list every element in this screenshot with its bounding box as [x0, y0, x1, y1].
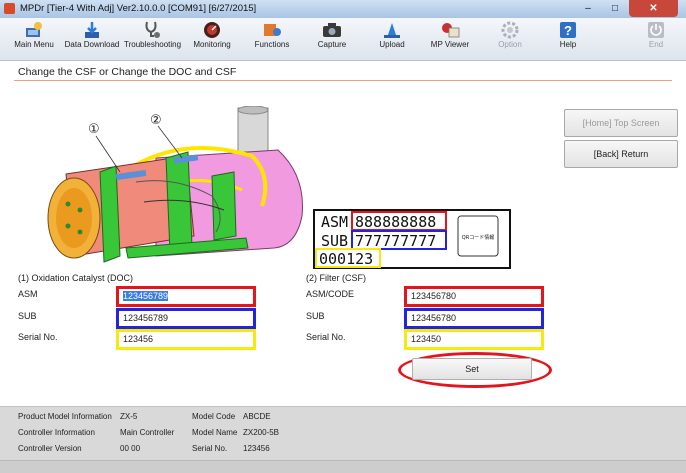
page-header: Change the CSF or Change the DOC and CSF — [14, 62, 672, 81]
close-button[interactable]: ✕ — [629, 0, 678, 17]
toolbar-upload[interactable]: Upload — [364, 20, 420, 60]
upload-icon — [384, 23, 400, 38]
csf-serial-label: Serial No. — [306, 332, 346, 342]
toolbar-troubleshooting[interactable]: Troubleshooting — [124, 20, 181, 60]
maximize-button[interactable]: □ — [602, 0, 628, 17]
help-icon: ? — [560, 22, 576, 38]
mp-viewer-icon — [442, 23, 460, 38]
product-model-value: ZX-5 — [120, 412, 138, 421]
footer-serial-value: 123456 — [243, 444, 270, 453]
product-model-label: Product Model Information — [18, 412, 112, 421]
callout-2: ② — [150, 113, 162, 128]
asm-code: 888888888 — [355, 213, 436, 231]
power-icon — [648, 22, 664, 38]
callout-1: ① — [88, 122, 100, 137]
csf-section-header: (2) Filter (CSF) — [306, 273, 366, 283]
doc-serial-input[interactable]: 123456 — [116, 329, 256, 350]
qr-label: QRコード情報 — [462, 234, 494, 241]
footer-serial-label: Serial No. — [192, 444, 228, 453]
model-code-label: Model Code — [192, 412, 236, 421]
camera-icon — [323, 23, 341, 37]
doc-serial-label: Serial No. — [18, 332, 58, 342]
functions-icon — [264, 24, 281, 36]
toolbar-functions[interactable]: Functions — [244, 20, 300, 60]
toolbar-monitoring[interactable]: Monitoring — [184, 20, 240, 60]
main-menu-icon — [26, 22, 42, 37]
doc-section-header: (1) Oxidation Catalyst (DOC) — [18, 273, 134, 283]
toolbar-data-download[interactable]: Data Download — [64, 20, 120, 60]
label-sub: SUB — [321, 232, 348, 250]
controller-version-label: Controller Version — [18, 444, 82, 453]
doc-sub-label: SUB — [18, 311, 37, 321]
page-title: Change the CSF or Change the DOC and CSF — [18, 66, 237, 78]
option-icon — [501, 21, 519, 39]
serial-code: 000123 — [319, 250, 373, 268]
toolbar-capture[interactable]: Capture — [304, 20, 360, 60]
csf-sub-input[interactable]: 123456780 — [404, 308, 544, 329]
status-bar — [0, 460, 686, 473]
controller-info-value: Main Controller — [120, 428, 175, 437]
model-name-label: Model Name — [192, 428, 238, 437]
toolbar-option: Option — [482, 20, 538, 60]
set-button[interactable]: Set — [412, 358, 532, 380]
app-icon — [4, 3, 15, 14]
csf-sub-label: SUB — [306, 311, 325, 321]
model-code-value: ABCDE — [243, 412, 271, 421]
dpf-diagram: ① ② ASM 888888888 SUB 777777777 000123 Q… — [16, 106, 528, 270]
sub-code: 777777777 — [355, 232, 436, 250]
csf-asm-input[interactable]: 123456780 — [404, 286, 544, 307]
toolbar-help[interactable]: ? Help — [540, 20, 596, 60]
home-top-screen-button: [Home] Top Screen — [564, 109, 678, 137]
toolbar: Main Menu Data Download Troubleshooting … — [0, 18, 686, 61]
doc-asm-value: 123456789 — [123, 291, 169, 301]
window-title: MPDr [Tier-4 With Adj] Ver2.10.0.0 [COM9… — [20, 3, 257, 14]
troubleshooting-icon — [145, 21, 160, 38]
doc-asm-label: ASM — [18, 289, 38, 299]
toolbar-end: End — [628, 20, 684, 60]
title-bar: MPDr [Tier-4 With Adj] Ver2.10.0.0 [COM9… — [0, 0, 686, 19]
doc-sub-input[interactable]: 123456789 — [116, 308, 256, 329]
monitoring-icon — [204, 22, 220, 38]
toolbar-mp-viewer[interactable]: MP Viewer — [422, 20, 478, 60]
model-name-value: ZX200-5B — [243, 428, 280, 437]
csf-asm-label: ASM/CODE — [306, 289, 355, 299]
svg-text:?: ? — [564, 23, 572, 38]
data-download-icon — [85, 22, 99, 38]
label-asm: ASM — [321, 213, 348, 231]
doc-asm-input[interactable]: 123456789 — [116, 286, 256, 307]
back-return-button[interactable]: [Back] Return — [564, 140, 678, 168]
controller-version-value: 00 00 — [120, 444, 141, 453]
controller-info-label: Controller Information — [18, 428, 95, 437]
toolbar-main-menu[interactable]: Main Menu — [6, 20, 62, 60]
minimize-button[interactable]: – — [575, 0, 601, 17]
csf-serial-input[interactable]: 123450 — [404, 329, 544, 350]
